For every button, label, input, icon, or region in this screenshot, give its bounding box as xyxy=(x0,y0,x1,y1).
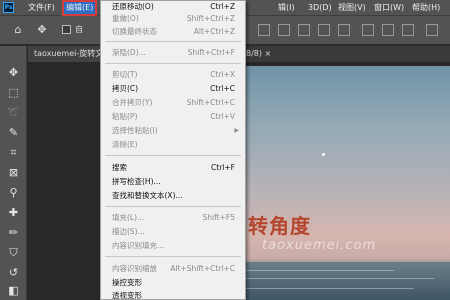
clone-stamp-tool-icon[interactable]: ⛉ xyxy=(5,244,22,261)
align-center-icon[interactable] xyxy=(382,24,394,36)
menu-window[interactable]: 窗口(W) xyxy=(374,0,404,16)
menu-item-clear[interactable]: 清除(E) xyxy=(101,139,245,150)
menu-item-spell-check[interactable]: 拼写检查(H)... xyxy=(101,176,245,187)
menu-separator xyxy=(105,256,241,257)
menu-item-toggle-last-state[interactable]: 切换最终状态 Alt+Ctrl+Z xyxy=(101,26,245,37)
menu-separator xyxy=(105,63,241,64)
eraser-tool-icon[interactable]: ◧ xyxy=(5,282,22,299)
menu-item-fade[interactable]: 渐隐(D)... Shift+Ctrl+F xyxy=(101,47,245,58)
brush-tool-icon[interactable]: ✏ xyxy=(5,224,22,241)
auto-select-label: 自 xyxy=(75,25,83,34)
move-tool-icon[interactable]: ✥ xyxy=(34,22,50,38)
menu-item-cut[interactable]: 剪切(T) Ctrl+X xyxy=(101,69,245,80)
menu-item-puppet-warp[interactable]: 操控变形 xyxy=(101,277,245,288)
menu-item-search[interactable]: 搜索 Ctrl+F xyxy=(101,162,245,173)
align-top-icon[interactable] xyxy=(258,24,270,36)
menu-item-undo[interactable]: 还原移动(O) Ctrl+Z xyxy=(101,1,245,12)
menu-item-content-aware-scale[interactable]: 内容识别缩放 Alt+Shift+Ctrl+C xyxy=(101,263,245,274)
menu-item-fill[interactable]: 填充(L)... Shift+F5 xyxy=(101,212,245,223)
menu-item-paste[interactable]: 粘贴(P) Ctrl+V xyxy=(101,111,245,122)
menu-3d[interactable]: 3D(D) xyxy=(308,0,332,16)
tools-panel: ✥ ⬚ ➰ ✎ ⌗ ⊠ ⚲ ✚ ✏ ⛉ ↺ ◧ xyxy=(0,46,27,300)
wave-line xyxy=(244,270,394,271)
menu-filter[interactable]: 辑(I) xyxy=(278,0,295,16)
auto-select-checkbox[interactable] xyxy=(62,25,71,34)
submenu-arrow-icon: ▶ xyxy=(234,127,239,134)
healing-brush-tool-icon[interactable]: ✚ xyxy=(5,204,22,221)
menu-separator xyxy=(105,155,241,156)
history-brush-tool-icon[interactable]: ↺ xyxy=(5,264,22,281)
sea-area xyxy=(244,262,450,300)
align-middle-icon[interactable] xyxy=(278,24,290,36)
menu-file[interactable]: 文件(F) xyxy=(28,0,55,16)
align-left-icon[interactable] xyxy=(362,24,374,36)
marquee-tool-icon[interactable]: ⬚ xyxy=(5,84,22,101)
menu-item-redo[interactable]: 重做(O) Shift+Ctrl+Z xyxy=(101,13,245,24)
menu-item-stroke[interactable]: 描边(S)... xyxy=(101,226,245,237)
menu-help[interactable]: 帮助(H) xyxy=(412,0,440,16)
more-options-icon[interactable] xyxy=(426,24,438,36)
menu-item-find-replace[interactable]: 查找和替换文本(X)... xyxy=(101,190,245,201)
menu-view[interactable]: 视图(V) xyxy=(338,0,366,16)
moon xyxy=(322,153,325,156)
wave-line xyxy=(244,278,434,279)
lasso-tool-icon[interactable]: ➰ xyxy=(5,104,22,121)
menu-item-copy[interactable]: 拷贝(C) Ctrl+C xyxy=(101,83,245,94)
document-tab-suffix[interactable]: 8/8) × xyxy=(244,46,450,62)
align-right-icon[interactable] xyxy=(402,24,414,36)
menu-separator xyxy=(105,41,241,42)
distribute-icon[interactable] xyxy=(318,24,330,36)
menu-edit[interactable]: 编辑(E) xyxy=(62,0,98,16)
watermark-text: taoxuemei.com xyxy=(262,238,377,253)
align-bottom-icon[interactable] xyxy=(298,24,310,36)
eyedropper-tool-icon[interactable]: ⚲ xyxy=(5,184,22,201)
menu-item-perspective-warp[interactable]: 透视变形 xyxy=(101,290,245,300)
edit-menu-dropdown: 还原移动(O) Ctrl+Z 重做(O) Shift+Ctrl+Z 切换最终状态… xyxy=(100,0,246,300)
distribute-horizontal-icon[interactable] xyxy=(338,24,350,36)
menu-separator xyxy=(105,206,241,207)
photoshop-logo-icon: Ps xyxy=(3,2,14,13)
home-icon[interactable]: ⌂ xyxy=(10,22,26,38)
frame-tool-icon[interactable]: ⊠ xyxy=(5,164,22,181)
wave-line xyxy=(244,288,414,289)
quick-select-tool-icon[interactable]: ✎ xyxy=(5,124,22,141)
menu-item-paste-special[interactable]: 选择性粘贴(I) ▶ xyxy=(101,125,245,136)
canvas-title-text: 转角度 xyxy=(248,214,311,238)
move-tool-icon[interactable]: ✥ xyxy=(5,64,22,81)
menu-item-copy-merged[interactable]: 合并拷贝(Y) Shift+Ctrl+C xyxy=(101,97,245,108)
crop-tool-icon[interactable]: ⌗ xyxy=(5,144,22,161)
menu-item-content-aware-fill[interactable]: 内容识别填充... xyxy=(101,240,245,251)
